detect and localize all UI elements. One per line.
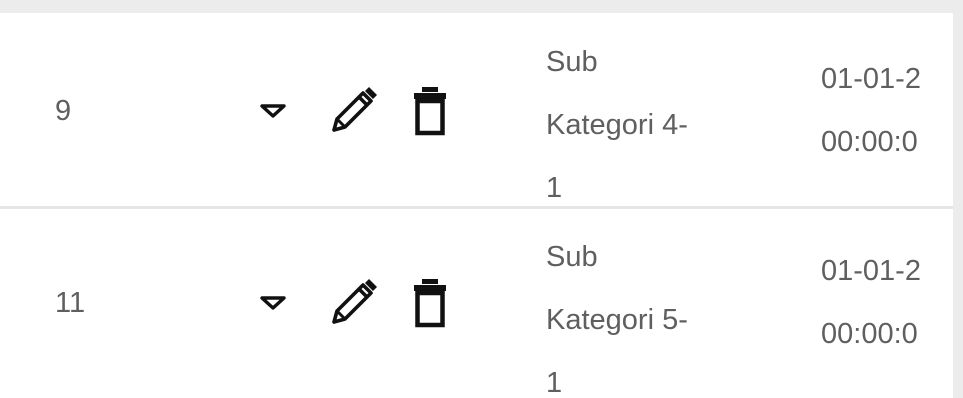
time-line: 00:00:0 bbox=[821, 318, 918, 350]
table-row: 11 Sub Kategori 5- 1 01-01-2 00:00:0 bbox=[0, 208, 953, 398]
date-cell: 01-01-2 00:00:0 bbox=[821, 208, 953, 398]
time-line: 00:00:0 bbox=[821, 126, 918, 158]
trash-icon bbox=[414, 279, 446, 328]
category-name-line: Sub bbox=[546, 241, 598, 273]
category-name-line: Kategori 5- bbox=[546, 304, 688, 336]
expand-row-button[interactable] bbox=[255, 283, 291, 323]
date-cell: 01-01-2 00:00:0 bbox=[821, 13, 953, 209]
triangle-down-icon bbox=[260, 104, 286, 118]
pencil-icon bbox=[332, 279, 377, 324]
category-name-line: Kategori 4- bbox=[546, 109, 688, 141]
category-name-cell: Sub Kategori 5- 1 bbox=[546, 226, 776, 398]
row-actions bbox=[255, 13, 450, 209]
category-name-cell: Sub Kategori 4- 1 bbox=[546, 31, 776, 220]
category-name-line: 1 bbox=[546, 367, 563, 398]
id-cell: 9 bbox=[55, 94, 72, 127]
expand-row-button[interactable] bbox=[255, 91, 291, 131]
triangle-down-icon bbox=[260, 296, 286, 310]
category-name-line: Sub bbox=[546, 46, 598, 78]
edit-button[interactable] bbox=[327, 275, 379, 331]
table-row: 9 Sub Kategori 4- 1 01-01-2 00:00:0 bbox=[0, 13, 953, 209]
trash-icon bbox=[414, 87, 446, 136]
delete-button[interactable] bbox=[410, 84, 450, 138]
date-line: 01-01-2 bbox=[821, 63, 921, 95]
edit-button[interactable] bbox=[327, 83, 379, 139]
delete-button[interactable] bbox=[410, 276, 450, 330]
pencil-icon bbox=[332, 87, 377, 132]
data-table: 9 Sub Kategori 4- 1 01-01-2 00:00:0 11 S… bbox=[0, 13, 953, 398]
row-actions bbox=[255, 208, 450, 398]
id-cell: 11 bbox=[55, 286, 86, 319]
date-line: 01-01-2 bbox=[821, 255, 921, 287]
